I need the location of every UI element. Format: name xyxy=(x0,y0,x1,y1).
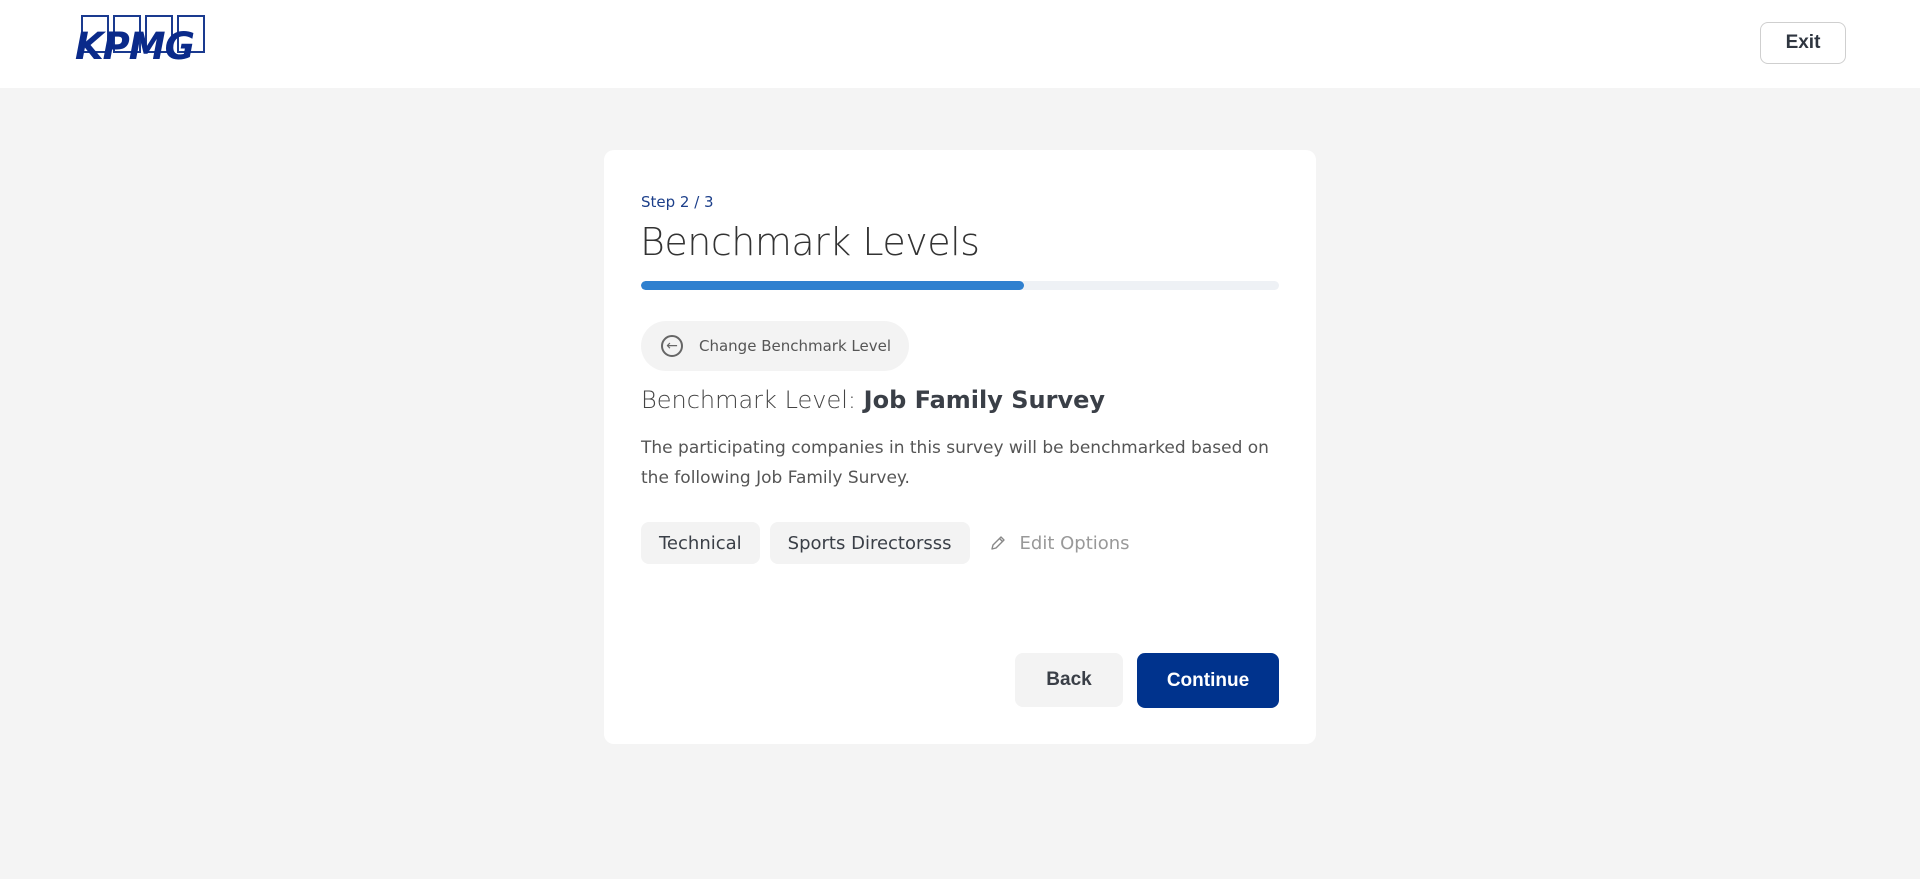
description-text: The participating companies in this surv… xyxy=(641,438,1269,488)
wizard-card: Step 2 / 3 Benchmark Levels ← Change Ben… xyxy=(604,150,1316,744)
exit-button[interactable]: Exit xyxy=(1760,22,1846,64)
kpmg-logo: KPMG xyxy=(73,15,208,73)
logo-text: KPMG xyxy=(75,25,195,68)
benchmark-level-prefix: Benchmark Level: xyxy=(641,386,857,414)
benchmark-level-heading: Benchmark Level: Job Family Survey xyxy=(641,386,1105,414)
edit-options-button[interactable]: Edit Options xyxy=(990,533,1130,554)
change-benchmark-level-label: Change Benchmark Level xyxy=(699,337,891,355)
selected-options: Technical Sports Directorsss Edit Option… xyxy=(641,522,1130,564)
progress-bar xyxy=(641,281,1279,290)
pencil-icon xyxy=(990,536,1005,550)
option-chip: Technical xyxy=(641,522,760,564)
continue-button[interactable]: Continue xyxy=(1137,653,1279,708)
option-chip: Sports Directorsss xyxy=(769,522,970,564)
arrow-left-circle-icon: ← xyxy=(661,335,683,357)
back-button[interactable]: Back xyxy=(1015,653,1123,707)
page-title: Benchmark Levels xyxy=(640,220,980,264)
step-indicator: Step 2 / 3 xyxy=(641,193,714,211)
top-bar: KPMG Exit xyxy=(0,0,1920,88)
edit-options-label: Edit Options xyxy=(1019,532,1130,554)
change-benchmark-level-button[interactable]: ← Change Benchmark Level xyxy=(641,321,909,371)
benchmark-level-value: Job Family Survey xyxy=(863,386,1106,414)
progress-fill xyxy=(641,281,1024,290)
